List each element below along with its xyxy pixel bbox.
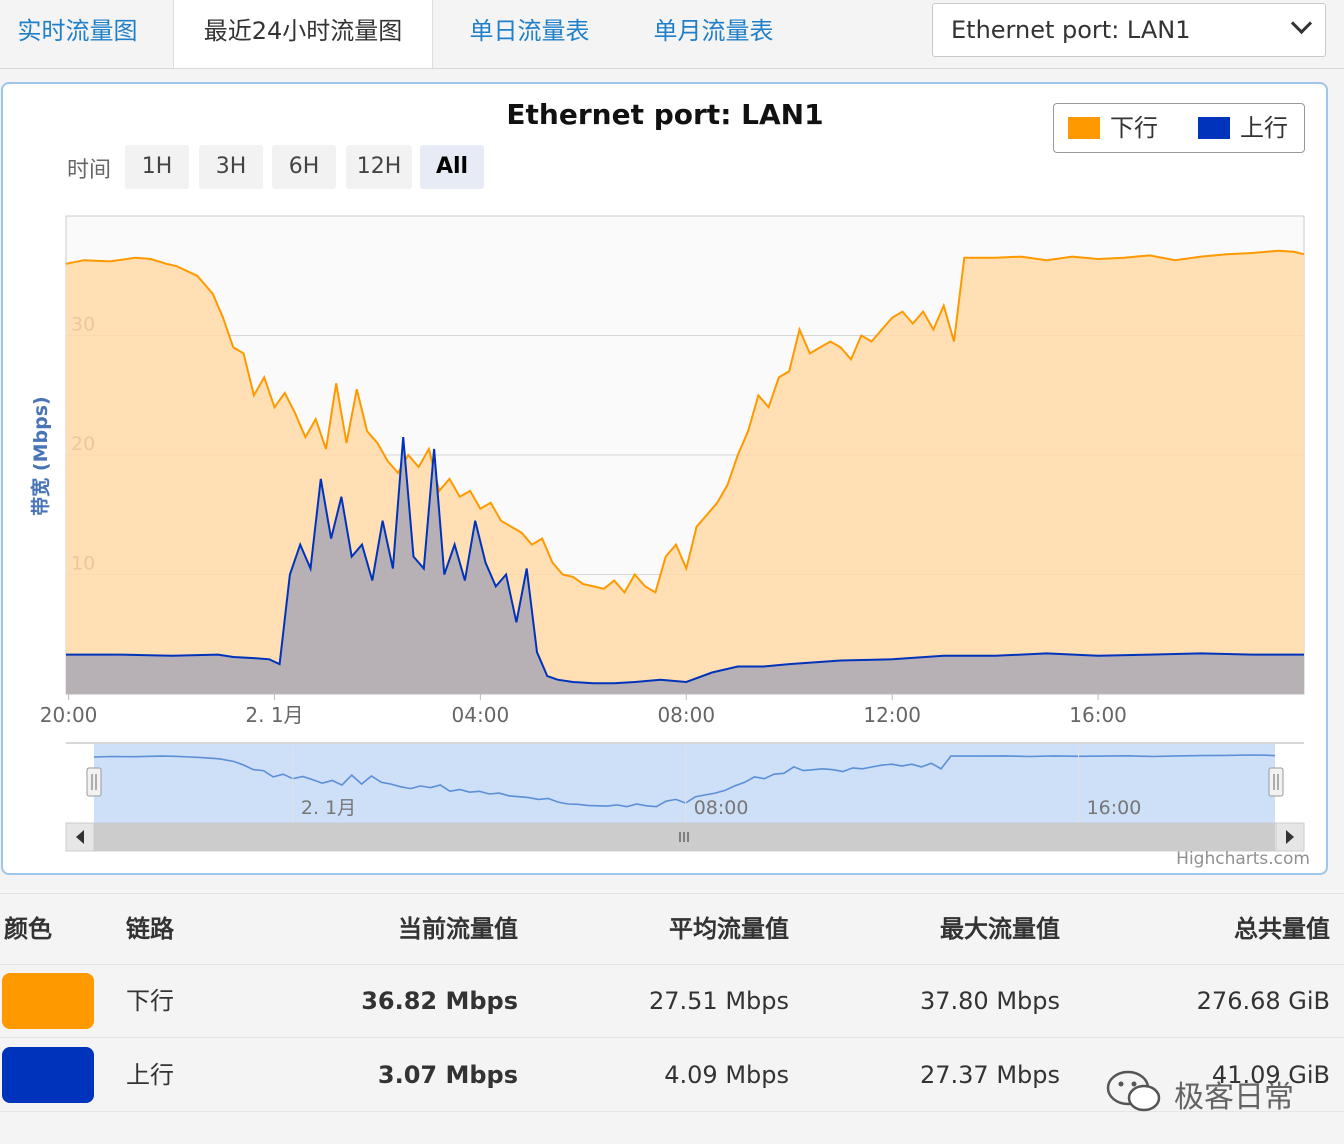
color-swatch-upload [2, 1047, 94, 1103]
navigator-tick-label: 08:00 [694, 797, 749, 819]
navigator[interactable]: 2. 1月 08:00 16:00 [66, 742, 1304, 823]
table-row: 下行 36.82 Mbps 27.51 Mbps 37.80 Mbps 276.… [0, 965, 1344, 1038]
x-tick-label: 12:00 [863, 703, 921, 727]
traffic-chart: 102030 20:002. 1月04:0008:0012:0016:00 带宽… [29, 215, 1305, 852]
cell-current: 3.07 Mbps [377, 1061, 518, 1089]
x-tick-label: 2. 1月 [245, 703, 303, 727]
x-axis: 20:00 2. 1月 04:00 08:00 12:00 16:00 [40, 693, 1304, 727]
header-link: 链路 [126, 915, 174, 943]
navigator-tick-label: 2. 1月 [301, 797, 356, 819]
cell-current: 36.82 Mbps [361, 987, 518, 1015]
x-tick-label: 16:00 [1069, 703, 1127, 727]
tab-realtime[interactable]: 实时流量图 [0, 0, 155, 62]
wechat-icon [1106, 1070, 1161, 1112]
cell-max: 37.80 Mbps [919, 987, 1060, 1015]
navigator-handle-left[interactable] [86, 767, 102, 797]
cell-average: 27.51 Mbps [648, 987, 789, 1015]
navigator-tick-label: 16:00 [1087, 797, 1142, 819]
tab-daily[interactable]: 单日流量表 [452, 0, 607, 62]
header-current: 当前流量值 [398, 915, 518, 943]
tab-monthly[interactable]: 单月流量表 [636, 0, 791, 62]
header-max: 最大流量值 [940, 915, 1060, 943]
header-color: 颜色 [4, 915, 52, 943]
port-select[interactable]: Ethernet port: LAN1 [932, 3, 1326, 57]
x-tick-label: 20:00 [40, 703, 98, 727]
table-header-row: 颜色 链路 当前流量值 平均流量值 最大流量值 总共量值 [0, 893, 1344, 965]
header-average: 平均流量值 [669, 915, 789, 943]
cell-max: 27.37 Mbps [919, 1061, 1060, 1089]
x-tick-label: 04:00 [452, 703, 510, 727]
cell-link: 下行 [126, 987, 174, 1015]
highcharts-credits[interactable]: Highcharts.com [1176, 849, 1310, 869]
cell-total: 276.68 GiB [1196, 987, 1330, 1015]
scrollbar[interactable] [65, 822, 1305, 852]
color-swatch-download [2, 973, 94, 1029]
tab-bar: 实时流量图 最近24小时流量图 单日流量表 单月流量表 Ethernet por… [0, 0, 1344, 69]
chart-panel: Ethernet port: LAN1 时间 1H 3H 6H 12H All … [1, 82, 1328, 875]
y-axis-label: 带宽 (Mbps) [29, 396, 52, 515]
watermark-text: 极客日常 [1174, 1080, 1294, 1115]
tab-last-24h[interactable]: 最近24小时流量图 [173, 0, 433, 68]
cell-link: 上行 [126, 1061, 174, 1089]
header-total: 总共量值 [1234, 915, 1330, 943]
port-select-value: Ethernet port: LAN1 [951, 16, 1191, 44]
x-tick-label: 08:00 [657, 703, 715, 727]
chevron-down-icon [1290, 12, 1313, 35]
navigator-handle-right[interactable] [1268, 767, 1284, 797]
cell-average: 4.09 Mbps [664, 1061, 789, 1089]
